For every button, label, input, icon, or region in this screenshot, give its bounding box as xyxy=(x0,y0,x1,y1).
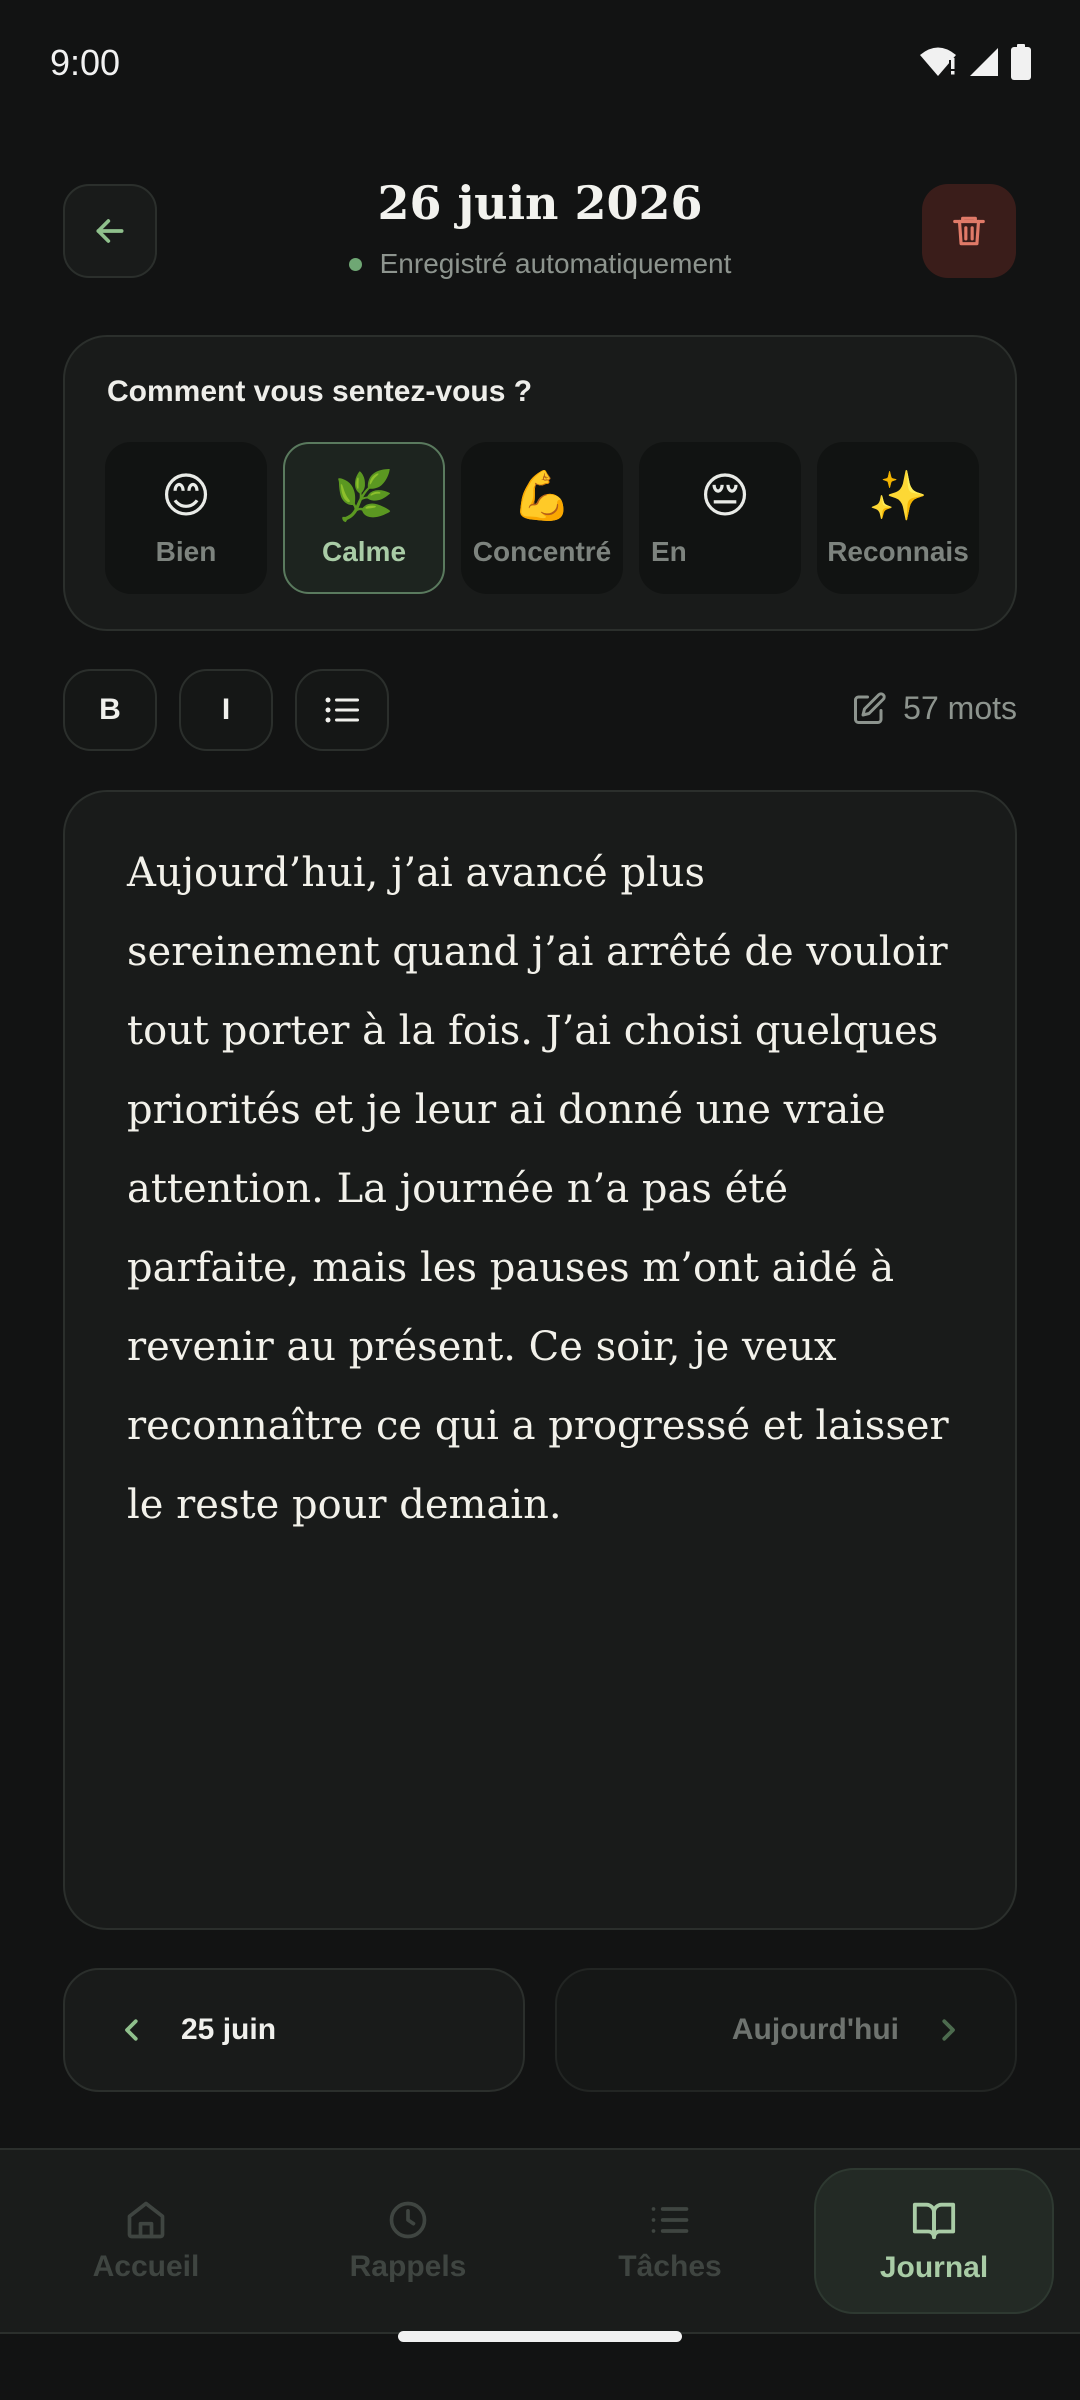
mood-option-bien[interactable]: 😊 Bien xyxy=(105,442,267,594)
next-day-label: Aujourd'hui xyxy=(731,2013,899,2046)
nav-label: Tâches xyxy=(618,2250,722,2283)
journal-editor[interactable]: Aujourd’hui, j’ai avancé plus sereinemen… xyxy=(63,790,1017,1930)
mood-label: En xyxy=(651,536,687,567)
previous-day-button[interactable]: 25 juin xyxy=(63,1968,525,2092)
italic-label: I xyxy=(221,693,231,726)
list-icon xyxy=(651,2207,689,2233)
word-count-text: 57 mots xyxy=(903,690,1017,726)
bold-button[interactable]: B xyxy=(63,669,157,751)
chevron-right-icon xyxy=(942,2019,955,2041)
sparkles-emoji-icon: ✨ xyxy=(868,470,928,523)
nav-label: Rappels xyxy=(349,2250,467,2283)
wifi-icon xyxy=(920,47,956,76)
nav-item-accueil[interactable]: Accueil xyxy=(26,2168,266,2314)
nav-label: Accueil xyxy=(92,2250,200,2283)
mood-option-en[interactable]: 😔 En xyxy=(639,442,801,594)
smile-emoji-icon: 😊 xyxy=(160,470,212,523)
herb-emoji-icon: 🌿 xyxy=(334,470,394,523)
mood-card: Comment vous sentez-vous ? 😊 Bien 🌿 Calm… xyxy=(63,335,1017,631)
journal-entry-text[interactable]: Aujourd’hui, j’ai avancé plus sereinemen… xyxy=(127,834,967,1545)
mood-label: Bien xyxy=(155,536,217,567)
status-icons xyxy=(918,44,1032,80)
bottom-navigation: Accueil Rappels Tâches Journal xyxy=(0,2148,1080,2334)
book-icon xyxy=(912,2202,956,2240)
mood-question: Comment vous sentez-vous ? xyxy=(107,375,533,408)
battery-icon xyxy=(1011,44,1031,80)
bold-label: B xyxy=(99,693,121,726)
clock-icon xyxy=(389,2201,427,2239)
autosave-status: Enregistré automatiquement xyxy=(200,248,880,280)
bullet-list-icon xyxy=(325,697,359,723)
arrow-left-icon xyxy=(96,219,124,243)
signal-icon xyxy=(970,48,998,76)
next-day-button[interactable]: Aujourd'hui xyxy=(555,1968,1017,2092)
word-count: 57 mots xyxy=(851,690,1017,727)
italic-button[interactable]: I xyxy=(179,669,273,751)
nav-item-taches[interactable]: Tâches xyxy=(550,2168,790,2314)
mood-label: Concentré xyxy=(472,536,612,567)
page-title: 26 juin 2026 xyxy=(377,176,703,230)
autosave-text: Enregistré automatiquement xyxy=(379,248,732,279)
previous-day-label: 25 juin xyxy=(181,2013,277,2046)
nav-item-rappels[interactable]: Rappels xyxy=(288,2168,528,2314)
mood-option-concentre[interactable]: 💪 Concentré xyxy=(461,442,623,594)
back-button[interactable] xyxy=(63,184,157,278)
trash-icon xyxy=(953,216,985,246)
pensive-emoji-icon: 😔 xyxy=(699,470,751,523)
mood-label: Calme xyxy=(321,536,407,567)
edit-icon xyxy=(854,691,886,724)
nav-label: Journal xyxy=(879,2251,989,2284)
mood-options: 😊 Bien 🌿 Calme 💪 Concentré 😔 En ✨ Reconn… xyxy=(105,442,979,594)
chevron-left-icon xyxy=(125,2019,138,2041)
muscle-emoji-icon: 💪 xyxy=(512,470,572,523)
mood-option-reconnais[interactable]: ✨ Reconnais xyxy=(817,442,979,594)
autosave-dot-icon xyxy=(348,257,362,271)
list-button[interactable] xyxy=(295,669,389,751)
mood-option-calme[interactable]: 🌿 Calme xyxy=(283,442,445,594)
home-indicator[interactable] xyxy=(398,2331,682,2342)
status-bar: 9:00 xyxy=(0,0,1080,130)
home-icon xyxy=(127,2201,165,2239)
status-time: 9:00 xyxy=(50,42,121,83)
mood-label: Reconnais xyxy=(827,536,969,567)
delete-button[interactable] xyxy=(922,184,1016,278)
nav-item-journal[interactable]: Journal xyxy=(814,2168,1054,2314)
